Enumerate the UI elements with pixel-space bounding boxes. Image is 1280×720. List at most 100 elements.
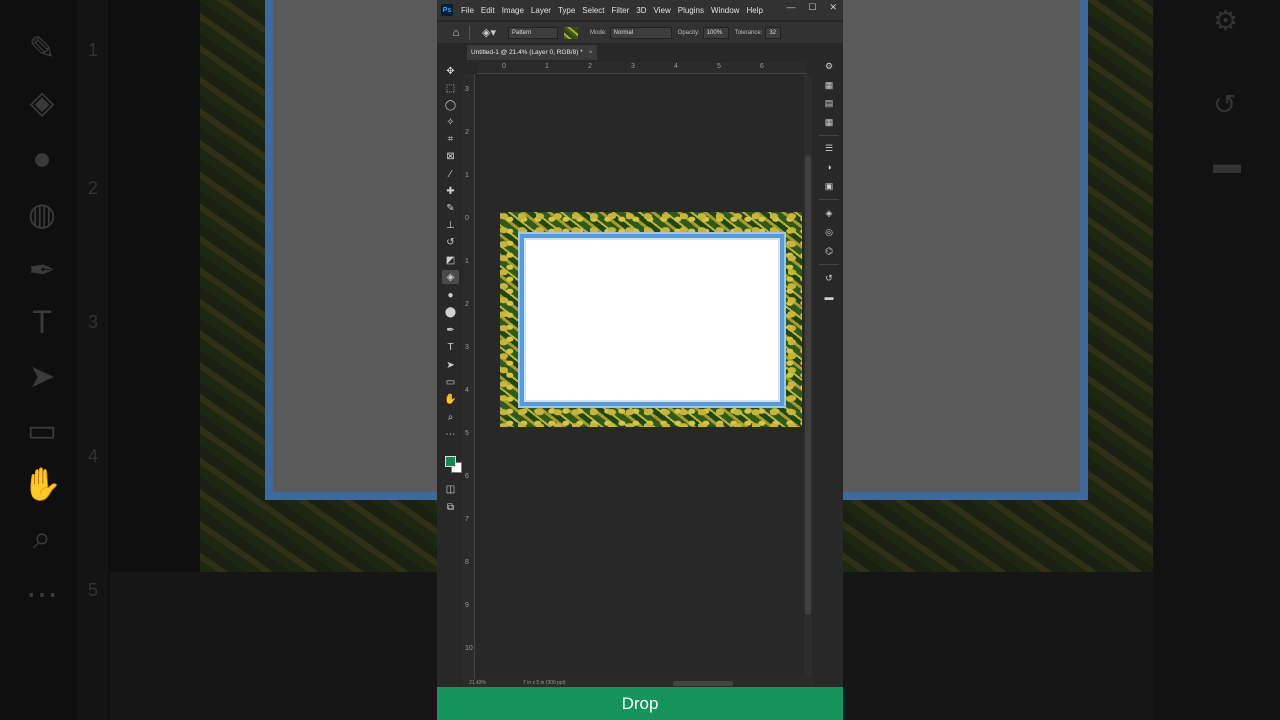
zoom-tool-icon[interactable]: ⌕ bbox=[442, 410, 459, 424]
white-inner-area[interactable] bbox=[520, 234, 784, 406]
brush-tool-icon[interactable]: ✎ bbox=[442, 201, 459, 215]
ruler-tick: 6 bbox=[465, 473, 469, 480]
menu-window[interactable]: Window bbox=[711, 6, 739, 15]
opacity-input[interactable]: 100% bbox=[702, 26, 729, 39]
paint-bucket-preset-icon[interactable]: ◈▾ bbox=[482, 26, 496, 39]
learn-icon[interactable]: ⚙ bbox=[821, 59, 837, 73]
left-ruler: 12345 bbox=[78, 0, 108, 720]
eraser-tool-icon[interactable]: ◩ bbox=[442, 253, 459, 267]
lasso-tool-icon[interactable]: ◯ bbox=[442, 98, 459, 112]
paint-bucket-icon: ◈ bbox=[29, 84, 55, 120]
photoshop-window: Ps File Edit Image Layer Type Select Fil… bbox=[437, 0, 843, 720]
options-bar: ⌂ ◈▾ Pattern Mode: Normal Opacity: 100% … bbox=[437, 21, 843, 43]
hand-tool-icon[interactable]: ✋ bbox=[442, 392, 459, 406]
minimize-button[interactable]: — bbox=[786, 2, 795, 13]
menu-edit[interactable]: Edit bbox=[481, 6, 495, 15]
foreground-color-swatch[interactable] bbox=[445, 456, 456, 467]
vertical-scrollbar[interactable] bbox=[804, 75, 812, 677]
left-doc-inner bbox=[265, 0, 437, 500]
menu-filter[interactable]: Filter bbox=[612, 6, 630, 15]
clone-stamp-tool-icon[interactable]: ⊥ bbox=[442, 218, 459, 232]
ruler-tick: 7 bbox=[465, 516, 469, 523]
ruler-tick: 3 bbox=[631, 63, 635, 70]
menu-help[interactable]: Help bbox=[746, 6, 762, 15]
scrollbar-thumb[interactable] bbox=[805, 155, 811, 615]
ruler-tick: 2 bbox=[465, 301, 469, 308]
more-tools-icon[interactable]: ⋯ bbox=[442, 427, 459, 441]
history-brush-tool-icon[interactable]: ↺ bbox=[442, 235, 459, 249]
path-selection-tool-icon[interactable]: ➤ bbox=[442, 358, 459, 372]
menu-type[interactable]: Type bbox=[558, 6, 575, 15]
type-icon: T bbox=[32, 303, 52, 340]
horizontal-ruler: 0 1 2 3 4 5 6 bbox=[477, 62, 807, 74]
right-doc-inner bbox=[843, 0, 1088, 500]
color-swatches[interactable] bbox=[445, 456, 463, 474]
right-panel-dock: ⚙ ▦ ▤ ▦ ☰ ◑ ▣ ◈ ◎ ⌬ ↺ ▬ bbox=[817, 55, 841, 315]
more-icon: ⋯ bbox=[26, 576, 58, 612]
tolerance-value: 32 bbox=[769, 29, 777, 36]
zoom-level[interactable]: 21.43% bbox=[469, 680, 486, 686]
caption-bar: Drop bbox=[437, 687, 843, 720]
magic-wand-tool-icon[interactable]: ✧ bbox=[442, 115, 459, 129]
right-panel-blur: ⚙ ↺ ▬ bbox=[1153, 0, 1280, 720]
fill-source-select[interactable]: Pattern bbox=[507, 26, 558, 39]
libraries-icon[interactable]: ▣ bbox=[821, 179, 837, 193]
menu-view[interactable]: View bbox=[654, 6, 671, 15]
swatches-icon[interactable]: ▦ bbox=[821, 78, 837, 92]
menu-layer[interactable]: Layer bbox=[531, 6, 551, 15]
marquee-tool-icon[interactable]: ⬚ bbox=[442, 81, 459, 95]
layers-icon[interactable]: ◈ bbox=[821, 206, 837, 220]
right-backdrop: ⚙ ↺ ▬ bbox=[843, 0, 1280, 720]
screen-mode-icon[interactable]: ⧉ bbox=[442, 500, 459, 514]
tab-close-icon[interactable]: × bbox=[589, 49, 593, 56]
horizontal-scrollbar-thumb[interactable] bbox=[673, 681, 733, 686]
mode-value: Normal bbox=[613, 29, 634, 36]
eyedropper-tool-icon[interactable]: ⁄ bbox=[442, 167, 459, 181]
tolerance-input[interactable]: 32 bbox=[765, 26, 782, 39]
type-tool-icon[interactable]: T bbox=[442, 340, 459, 354]
mode-select[interactable]: Normal bbox=[609, 26, 672, 39]
adjustments-icon[interactable]: ◑ bbox=[821, 160, 837, 174]
quick-mask-icon[interactable]: ◫ bbox=[442, 482, 459, 496]
menu-image[interactable]: Image bbox=[502, 6, 524, 15]
zoom-icon: ⌕ bbox=[33, 519, 51, 555]
document-tab-bar: Untitled-1 @ 21.4% (Layer 0, RGB/8) * × bbox=[459, 44, 843, 60]
smudge-icon: ● bbox=[32, 139, 52, 176]
healing-brush-tool-icon[interactable]: ✚ bbox=[442, 184, 459, 198]
document-tab[interactable]: Untitled-1 @ 21.4% (Layer 0, RGB/8) * × bbox=[467, 45, 597, 60]
paint-bucket-tool-icon[interactable]: ◈ bbox=[442, 270, 459, 284]
video-frame: ✎ ◈ ● ◍ ✒ T ➤ ▭ ✋ ⌕ ⋯ 12345 ⚙ ↺ ▬ Ps File … bbox=[0, 0, 1280, 720]
home-icon[interactable]: ⌂ bbox=[449, 26, 463, 40]
channels-icon[interactable]: ◎ bbox=[821, 225, 837, 239]
comments-icon[interactable]: ▬ bbox=[821, 290, 837, 304]
menu-file[interactable]: File bbox=[461, 6, 474, 15]
patterns-icon[interactable]: ▦ bbox=[821, 115, 837, 129]
history-icon[interactable]: ↺ bbox=[821, 271, 837, 285]
move-tool-icon[interactable]: ✥ bbox=[442, 64, 459, 78]
maximize-button[interactable]: ☐ bbox=[808, 2, 816, 13]
document-canvas[interactable] bbox=[500, 212, 802, 427]
dodge-tool-icon[interactable]: ⬤ bbox=[442, 305, 459, 319]
opacity-value: 100% bbox=[706, 29, 723, 36]
ruler-tick: 3 bbox=[465, 344, 469, 351]
frame-tool-icon[interactable]: ⊠ bbox=[442, 149, 459, 163]
mode-label: Mode: bbox=[589, 29, 607, 36]
crop-tool-icon[interactable]: ⌗ bbox=[442, 132, 459, 146]
close-button[interactable]: ✕ bbox=[829, 2, 837, 13]
ruler-tick: 0 bbox=[465, 215, 469, 222]
menu-select[interactable]: Select bbox=[582, 6, 604, 15]
pen-tool-icon[interactable]: ✒ bbox=[442, 323, 459, 337]
menu-plugins[interactable]: Plugins bbox=[678, 6, 704, 15]
ruler-tick: 5 bbox=[465, 430, 469, 437]
blur-tool-icon[interactable]: ● bbox=[442, 288, 459, 302]
document-info[interactable]: 7 in x 5 in (300 ppi) bbox=[523, 680, 566, 686]
menu-3d[interactable]: 3D bbox=[636, 6, 646, 15]
pattern-picker[interactable] bbox=[563, 26, 578, 39]
gradients-icon[interactable]: ▤ bbox=[821, 96, 837, 110]
paths-icon[interactable]: ⌬ bbox=[821, 244, 837, 258]
properties-icon[interactable]: ☰ bbox=[821, 141, 837, 155]
panel-divider bbox=[819, 135, 839, 136]
rectangle-tool-icon[interactable]: ▭ bbox=[442, 375, 459, 389]
ruler-tick: 3 bbox=[465, 86, 469, 93]
rectangle-icon: ▭ bbox=[26, 412, 58, 448]
